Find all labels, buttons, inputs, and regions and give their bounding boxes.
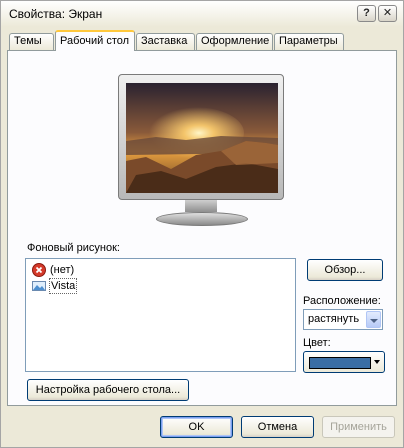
- customize-desktop-label: Настройка рабочего стола...: [35, 384, 181, 396]
- list-item-label: Vista: [49, 278, 78, 294]
- list-item-label: (нет): [50, 264, 75, 276]
- tab-desktop-label: Рабочий стол: [60, 35, 130, 47]
- dropdown-arrow-icon: [374, 360, 380, 364]
- monitor-stand: [156, 212, 248, 226]
- close-button[interactable]: ✕: [378, 5, 397, 22]
- tab-screensaver[interactable]: Заставка: [136, 33, 195, 50]
- customize-desktop-button[interactable]: Настройка рабочего стола...: [27, 379, 189, 401]
- background-list[interactable]: (нет) Vista: [25, 258, 296, 372]
- apply-button[interactable]: Применить: [322, 416, 395, 438]
- monitor-preview: [118, 74, 284, 230]
- monitor-bezel: [118, 74, 284, 200]
- window-title: Свойства: Экран: [9, 7, 103, 21]
- ok-button[interactable]: OK: [160, 416, 233, 438]
- position-label: Расположение:: [303, 295, 381, 307]
- tab-appearance[interactable]: Оформление: [196, 33, 273, 50]
- tab-settings-label: Параметры: [279, 35, 338, 47]
- background-label: Фоновый рисунок:: [27, 242, 120, 254]
- tab-settings[interactable]: Параметры: [274, 33, 344, 50]
- display-properties-window: Свойства: Экран ? ✕ Темы Рабочий стол За…: [0, 0, 404, 448]
- chevron-down-icon[interactable]: [366, 311, 381, 328]
- tab-themes-label: Темы: [14, 35, 42, 47]
- help-button[interactable]: ?: [357, 5, 376, 22]
- browse-button[interactable]: Обзор...: [307, 259, 383, 281]
- position-select-value: растянуть: [308, 313, 360, 325]
- color-label: Цвет:: [303, 337, 331, 349]
- color-swatch: [309, 357, 371, 369]
- color-picker-button[interactable]: [303, 351, 385, 373]
- cancel-button-label: Отмена: [257, 421, 298, 433]
- tab-appearance-label: Оформление: [201, 35, 270, 47]
- tab-screensaver-label: Заставка: [141, 35, 188, 47]
- tab-desktop[interactable]: Рабочий стол: [55, 30, 135, 51]
- help-icon: ?: [363, 7, 370, 19]
- title-bar[interactable]: Свойства: Экран ? ✕: [1, 1, 403, 27]
- monitor-neck: [185, 200, 217, 212]
- ok-button-label: OK: [188, 421, 205, 433]
- none-red-x-icon: [32, 263, 46, 277]
- apply-button-label: Применить: [330, 421, 387, 433]
- close-icon: ✕: [382, 7, 393, 19]
- wallpaper-preview: [126, 83, 278, 193]
- cancel-button[interactable]: Отмена: [241, 416, 314, 438]
- image-file-icon: [32, 281, 46, 291]
- browse-button-label: Обзор...: [324, 264, 366, 276]
- tab-themes[interactable]: Темы: [9, 33, 54, 50]
- position-select[interactable]: растянуть: [303, 309, 383, 330]
